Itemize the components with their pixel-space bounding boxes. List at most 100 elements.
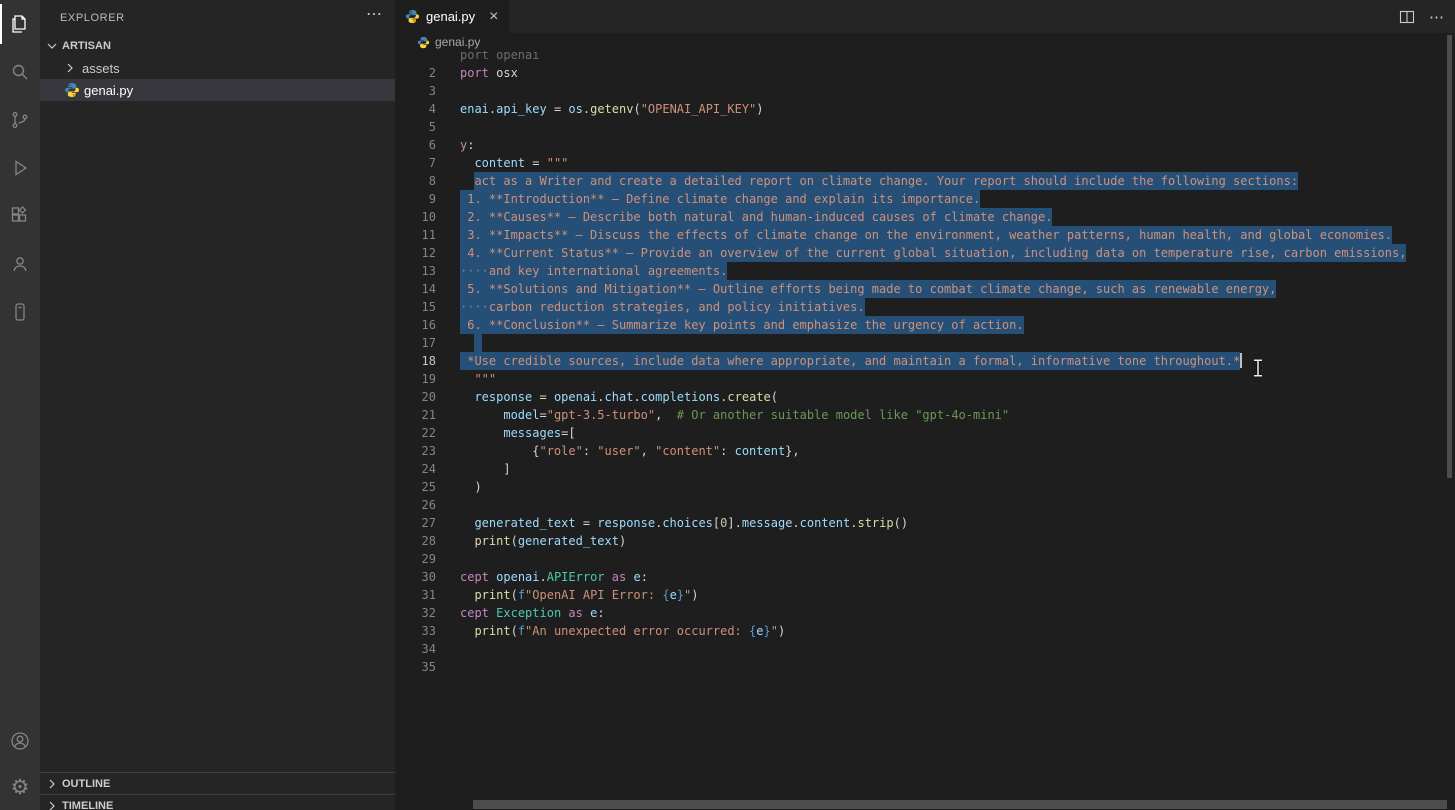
- line-number: 29: [395, 550, 436, 568]
- section-artisan[interactable]: ARTISAN: [40, 35, 395, 57]
- line-number: 30: [395, 568, 436, 586]
- code-line[interactable]: 22 messages=[: [395, 424, 1455, 442]
- code-line[interactable]: 7 content = """: [395, 154, 1455, 172]
- tree-item-assets[interactable]: assets: [40, 57, 395, 79]
- code-line[interactable]: 6y:: [395, 136, 1455, 154]
- code-line[interactable]: 10 2. **Causes** — Describe both natural…: [395, 208, 1455, 226]
- vertical-scrollbar[interactable]: [1447, 35, 1452, 478]
- line-number: 25: [395, 478, 436, 496]
- python-file-icon: [405, 9, 420, 24]
- source-control-icon[interactable]: [0, 96, 40, 144]
- chevron-right-icon: [44, 776, 60, 792]
- line-number: 28: [395, 532, 436, 550]
- line-number: 17: [395, 334, 436, 352]
- line-number: 2: [395, 64, 436, 82]
- line-number: 11: [395, 226, 436, 244]
- code-line[interactable]: 11 3. **Impacts** — Discuss the effects …: [395, 226, 1455, 244]
- code-line[interactable]: 33 print(f"An unexpected error occurred:…: [395, 622, 1455, 640]
- code-line[interactable]: 2port osx: [395, 64, 1455, 82]
- line-number: 34: [395, 640, 436, 658]
- line-number: 18: [395, 352, 436, 370]
- section-outline[interactable]: OUTLINE: [40, 772, 395, 795]
- extensions-icon[interactable]: [0, 192, 40, 240]
- line-number: 3: [395, 82, 436, 100]
- line-number: 4: [395, 100, 436, 118]
- line-number: 5: [395, 118, 436, 136]
- python-file-icon: [417, 36, 430, 49]
- code-line[interactable]: 34: [395, 640, 1455, 658]
- code-line[interactable]: 17: [395, 334, 1455, 352]
- line-number: 33: [395, 622, 436, 640]
- line-number: 7: [395, 154, 436, 172]
- explorer-icon[interactable]: [0, 0, 40, 48]
- code-line[interactable]: 21 model="gpt-3.5-turbo", # Or another s…: [395, 406, 1455, 424]
- line-number: 26: [395, 496, 436, 514]
- search-icon[interactable]: [0, 48, 40, 96]
- code-line[interactable]: 31 print(f"OpenAI API Error: {e}"): [395, 586, 1455, 604]
- tree-item-genai[interactable]: genai.py: [40, 79, 395, 101]
- line-number: 27: [395, 514, 436, 532]
- code-line[interactable]: 28 print(generated_text): [395, 532, 1455, 550]
- journal-icon[interactable]: [0, 288, 40, 336]
- code-line[interactable]: 3: [395, 82, 1455, 100]
- assistant-icon[interactable]: [0, 240, 40, 288]
- code-line[interactable]: 16 6. **Conclusion** — Summarize key poi…: [395, 316, 1455, 334]
- breadcrumb-item[interactable]: genai.py: [435, 35, 480, 49]
- line-number: 16: [395, 316, 436, 334]
- outline-label: OUTLINE: [62, 778, 110, 790]
- sidebar-header: EXPLORER ⋯: [40, 0, 395, 35]
- code-line[interactable]: 8 act as a Writer and create a detailed …: [395, 172, 1455, 190]
- breadcrumb[interactable]: genai.py: [395, 33, 1455, 51]
- section-timeline[interactable]: TIMELINE: [40, 794, 395, 810]
- run-debug-icon[interactable]: [0, 144, 40, 192]
- code-line[interactable]: 20 response = openai.chat.completions.cr…: [395, 388, 1455, 406]
- line-number: 8: [395, 172, 436, 190]
- line-number: 22: [395, 424, 436, 442]
- vscode-window: ⚙ EXPLORER ⋯ ARTISAN assets genai.py OUT…: [0, 0, 1455, 810]
- chevron-right-icon: [62, 60, 78, 76]
- code-line[interactable]: 27 generated_text = response.choices[0].…: [395, 514, 1455, 532]
- code-line[interactable]: 18 *Use credible sources, include data w…: [395, 352, 1455, 370]
- line-number: 24: [395, 460, 436, 478]
- horizontal-scrollbar[interactable]: [473, 800, 1447, 809]
- code-line[interactable]: 4enai.api_key = os.getenv("OPENAI_API_KE…: [395, 100, 1455, 118]
- code-line[interactable]: 32cept Exception as e:: [395, 604, 1455, 622]
- code-line[interactable]: 19 """: [395, 370, 1455, 388]
- line-number: 31: [395, 586, 436, 604]
- activity-bar: ⚙: [0, 0, 40, 810]
- tree-item-label: assets: [82, 61, 120, 76]
- code-line[interactable]: 25 ): [395, 478, 1455, 496]
- close-icon[interactable]: ×: [489, 9, 498, 25]
- tab-bar: genai.py × ⋯: [395, 0, 1455, 33]
- tab-genai[interactable]: genai.py ×: [395, 0, 509, 33]
- editor-more-actions-icon[interactable]: ⋯: [1429, 8, 1445, 26]
- code-line[interactable]: 35: [395, 658, 1455, 676]
- line-number: 21: [395, 406, 436, 424]
- tab-label: genai.py: [426, 9, 475, 24]
- code-lines: port openai2port osx34enai.api_key = os.…: [395, 46, 1455, 676]
- code-line[interactable]: 14 5. **Solutions and Mitigation** — Out…: [395, 280, 1455, 298]
- explorer-more-actions-icon[interactable]: ⋯: [366, 4, 383, 24]
- code-line[interactable]: 13····and key international agreements.: [395, 262, 1455, 280]
- settings-gear-icon[interactable]: ⚙: [0, 764, 40, 810]
- line-number: 20: [395, 388, 436, 406]
- sidebar-title: EXPLORER: [60, 12, 125, 24]
- section-label: ARTISAN: [62, 40, 111, 52]
- line-number: 23: [395, 442, 436, 460]
- code-line[interactable]: 12 4. **Current Status** — Provide an ov…: [395, 244, 1455, 262]
- code-line[interactable]: 24 ]: [395, 460, 1455, 478]
- code-line[interactable]: 26: [395, 496, 1455, 514]
- code-line[interactable]: 15····carbon reduction strategies, and p…: [395, 298, 1455, 316]
- code-line[interactable]: 29: [395, 550, 1455, 568]
- code-line[interactable]: 5: [395, 118, 1455, 136]
- editor[interactable]: port openai2port osx34enai.api_key = os.…: [395, 33, 1455, 810]
- timeline-label: TIMELINE: [62, 800, 113, 810]
- split-editor-icon[interactable]: [1399, 9, 1415, 25]
- code-line[interactable]: 23 {"role": "user", "content": content},: [395, 442, 1455, 460]
- code-line[interactable]: 9 1. **Introduction** — Define climate c…: [395, 190, 1455, 208]
- code-line[interactable]: 30cept openai.APIError as e:: [395, 568, 1455, 586]
- explorer-sidebar: EXPLORER ⋯ ARTISAN assets genai.py OUTLI…: [40, 0, 395, 810]
- line-number: 12: [395, 244, 436, 262]
- accounts-icon[interactable]: [0, 718, 40, 764]
- line-number: 9: [395, 190, 436, 208]
